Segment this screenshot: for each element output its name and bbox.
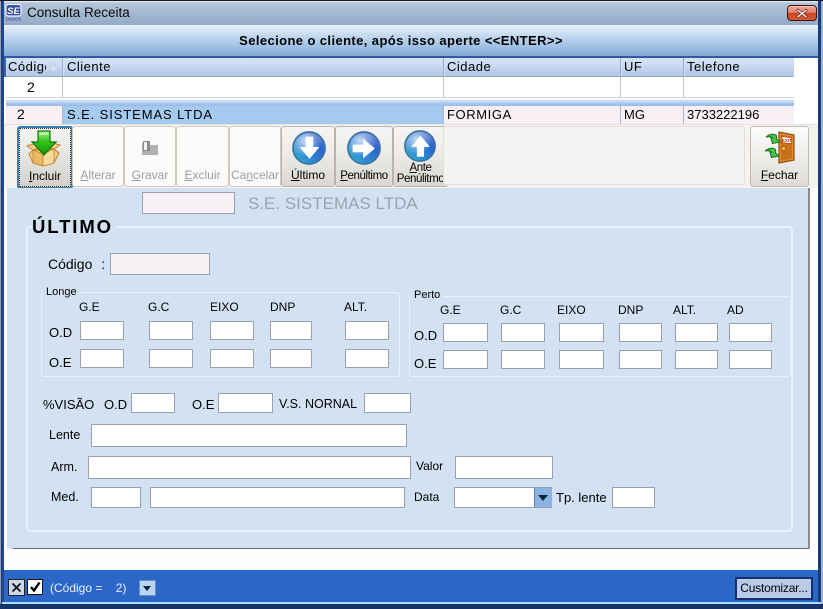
svg-text:DADOS: DADOS bbox=[6, 17, 21, 22]
svg-text:EXIT: EXIT bbox=[782, 138, 792, 143]
svg-text:SE: SE bbox=[7, 6, 20, 17]
